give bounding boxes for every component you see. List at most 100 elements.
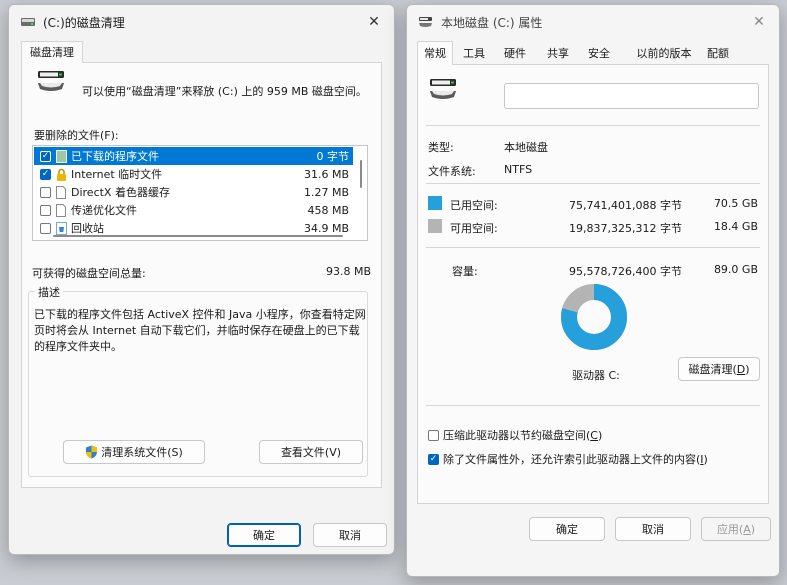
list-item-size: 1.27 MB: [303, 185, 349, 199]
apply-key: A: [743, 522, 751, 536]
disk-usage-donut: [561, 284, 627, 350]
tab-strip: 常规 工具 硬件 共享 安全 以前的版本 配额: [417, 41, 769, 66]
compress-drive-label: 压缩此驱动器以节约磁盘空间(: [443, 429, 591, 442]
close-button[interactable]: ✕: [354, 5, 394, 39]
total-space-value: 93.8 MB: [325, 265, 371, 278]
divider: [426, 183, 760, 184]
checkbox[interactable]: [40, 186, 51, 198]
description-group: 描述 已下载的程序文件包括 ActiveX 控件和 Java 小程序，你查看特定…: [28, 284, 368, 477]
drive-label: 驱动器 C:: [572, 369, 620, 382]
closing-paren: ): [597, 428, 603, 442]
used-space-gb: 70.5 GB: [713, 197, 758, 210]
drive-icon: [419, 17, 432, 27]
capacity-label: 容量:: [452, 265, 478, 278]
vertical-scrollbar[interactable]: [356, 148, 366, 226]
closing-paren: ): [745, 362, 750, 376]
ok-button[interactable]: 确定: [227, 523, 301, 547]
recycle-bin-icon: [55, 221, 67, 235]
tab-quota[interactable]: 配额: [701, 44, 735, 65]
horizontal-scrollbar[interactable]: [53, 235, 343, 237]
free-space-gb: 18.4 GB: [713, 220, 758, 233]
cleanup-system-files-button[interactable]: 清理系统文件(S): [63, 440, 205, 464]
intro-text: 可以使用“磁盘清理”来释放 (C:) 上的 959 MB 磁盘空间。: [82, 85, 367, 98]
tab-hardware[interactable]: 硬件: [497, 44, 533, 65]
list-item-size: 0 字节: [316, 150, 350, 163]
list-item-name: DirectX 着色器缓存: [71, 186, 170, 199]
tab-sharing[interactable]: 共享: [541, 44, 575, 65]
checkbox[interactable]: [428, 429, 439, 441]
free-space-label: 可用空间:: [450, 222, 498, 235]
closing-paren: ): [750, 522, 756, 536]
list-item[interactable]: ✓ Internet 临时文件 31.6 MB: [34, 165, 353, 183]
free-space-swatch: [428, 219, 442, 233]
checkbox[interactable]: [40, 222, 51, 234]
list-item[interactable]: ✓ 已下载的程序文件 0 字节: [34, 147, 353, 165]
divider: [426, 125, 760, 126]
hard-drive-icon: [430, 79, 456, 99]
title-bar: 本地磁盘 (C:) 属性: [407, 5, 779, 39]
drive-icon: [21, 18, 35, 26]
close-icon: ✕: [368, 14, 380, 30]
list-item-name: 传递优化文件: [71, 204, 137, 217]
file-icon: [55, 203, 67, 217]
file-system-label: 文件系统:: [428, 165, 476, 178]
close-button[interactable]: ✕: [739, 5, 779, 39]
list-item-name: 已下载的程序文件: [71, 150, 159, 163]
list-item[interactable]: DirectX 着色器缓存 1.27 MB: [34, 183, 353, 201]
apply-label: 应用(: [716, 523, 744, 536]
type-value: 本地磁盘: [504, 141, 548, 154]
window-title: 本地磁盘 (C:) 属性: [441, 15, 543, 30]
close-icon: ✕: [753, 14, 765, 30]
apply-button[interactable]: 应用(A): [701, 517, 771, 541]
index-contents-checkbox[interactable]: ✓ 除了文件属性外，还允许索引此驱动器上文件的内容(I): [428, 451, 708, 467]
list-item[interactable]: 传递优化文件 458 MB: [34, 201, 353, 219]
window-title: (C:)的磁盘清理: [43, 15, 125, 30]
files-list[interactable]: ✓ 已下载的程序文件 0 字节 ✓ Internet 临时文件 31.6 MB …: [32, 145, 368, 241]
free-space-bytes: 19,837,325,312 字节: [569, 222, 682, 235]
closing-paren: ): [703, 452, 708, 466]
divider: [426, 247, 760, 248]
tab-tools[interactable]: 工具: [457, 44, 491, 65]
scrollbar-thumb[interactable]: [360, 160, 362, 188]
disk-cleanup-key: D: [736, 362, 746, 376]
disk-cleanup-label: 磁盘清理(: [688, 363, 737, 376]
used-space-swatch: [428, 196, 442, 210]
disk-cleanup-window: (C:)的磁盘清理 ✕ 磁盘清理 可以使用“磁盘清理”来释放 (C:) 上的 9…: [8, 4, 395, 555]
checkbox[interactable]: ✓: [40, 150, 51, 162]
cleanup-system-files-label: 清理系统文件(S): [101, 446, 183, 459]
tab-page: 可以使用“磁盘清理”来释放 (C:) 上的 959 MB 磁盘空间。 要删除的文…: [21, 63, 382, 488]
title-bar: (C:)的磁盘清理: [9, 5, 394, 39]
checkbox[interactable]: [40, 204, 51, 216]
total-space-label: 可获得的磁盘空间总量:: [32, 267, 146, 280]
tab-previous-versions[interactable]: 以前的版本: [629, 44, 699, 65]
used-space-bytes: 75,741,401,088 字节: [569, 199, 682, 212]
compress-drive-key: C: [590, 428, 598, 442]
capacity-gb: 89.0 GB: [713, 263, 758, 276]
tab-strip: 磁盘清理: [21, 39, 382, 64]
view-files-button[interactable]: 查看文件(V): [259, 440, 363, 464]
checkbox[interactable]: ✓: [40, 168, 51, 180]
ok-button[interactable]: 确定: [529, 517, 605, 541]
cancel-button[interactable]: 取消: [313, 523, 387, 547]
disk-cleanup-button[interactable]: 磁盘清理(D): [678, 357, 760, 381]
list-item-size: 31.6 MB: [303, 167, 349, 181]
file-icon: [55, 185, 67, 199]
list-item-size: 458 MB: [307, 203, 349, 217]
checkbox[interactable]: ✓: [428, 453, 439, 465]
tab-security[interactable]: 安全: [581, 44, 617, 65]
type-label: 类型:: [428, 141, 454, 154]
description-text: 已下载的程序文件包括 ActiveX 控件和 Java 小程序，你查看特定网页时…: [34, 308, 366, 353]
files-to-delete-label: 要删除的文件(F):: [34, 129, 119, 142]
tab-page: 类型: 本地磁盘 文件系统: NTFS 已用空间: 75,741,401,088…: [417, 65, 769, 504]
file-system-value: NTFS: [504, 163, 533, 176]
lock-icon: [55, 167, 67, 181]
tab-general[interactable]: 常规: [417, 41, 453, 66]
drive-name-input[interactable]: [504, 83, 759, 109]
hard-drive-icon: [38, 71, 64, 91]
cancel-button[interactable]: 取消: [615, 517, 691, 541]
used-space-label: 已用空间:: [450, 199, 498, 212]
list-item-name: Internet 临时文件: [71, 168, 163, 181]
tab-disk-cleanup[interactable]: 磁盘清理: [21, 41, 83, 64]
divider: [426, 405, 760, 406]
compress-drive-checkbox[interactable]: 压缩此驱动器以节约磁盘空间(C): [428, 427, 602, 443]
